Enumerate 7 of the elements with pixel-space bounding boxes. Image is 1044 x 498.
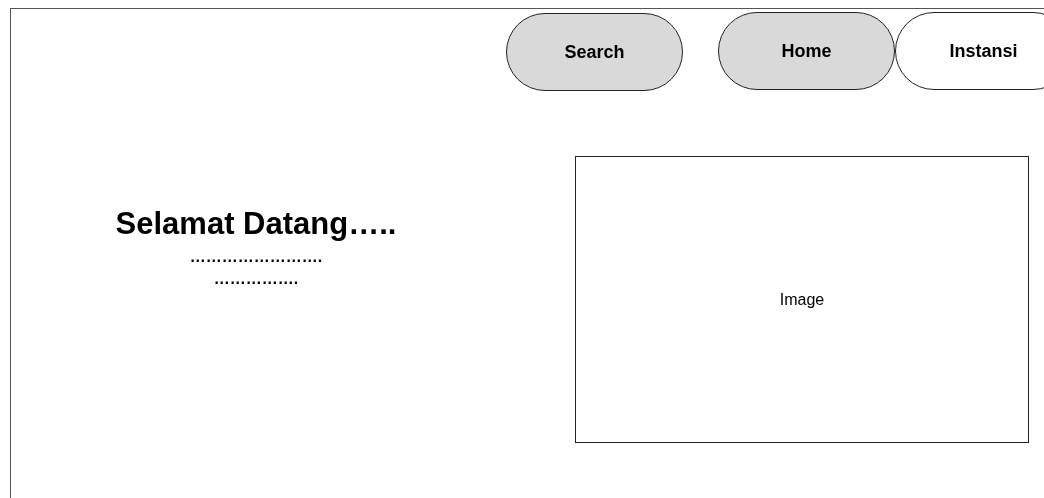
nav-button[interactable]: Instansi <box>895 12 1044 90</box>
welcome-title: Selamat Datang….. <box>115 206 397 242</box>
image-label: Image <box>779 290 825 309</box>
placeholder-text: ……………………. <box>189 247 323 267</box>
nav-button[interactable]: Search <box>506 13 683 91</box>
nav-button[interactable]: Home <box>718 12 895 90</box>
placeholder-text: ……………. <box>213 269 299 289</box>
